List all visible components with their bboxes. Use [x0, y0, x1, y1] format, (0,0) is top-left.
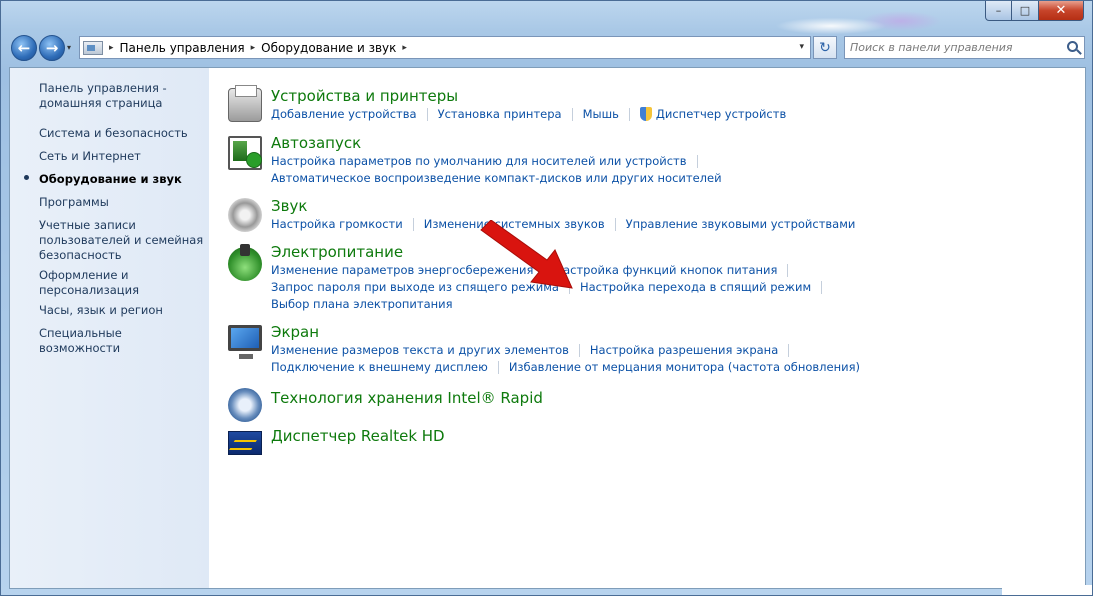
- category-title-autoplay[interactable]: Автозапуск: [271, 134, 361, 152]
- caption-buttons: – □ ✕: [985, 1, 1084, 21]
- sidebar-item-programs[interactable]: Программы: [39, 195, 204, 210]
- separator: [426, 107, 428, 121]
- sidebar-item-home[interactable]: домашняя страница: [39, 96, 204, 111]
- power-icon[interactable]: [228, 244, 262, 281]
- separator: [571, 107, 573, 121]
- link-external-display[interactable]: Подключение к внешнему дисплею: [271, 360, 488, 374]
- sidebar: Панель управления - домашняя страница Си…: [10, 68, 209, 588]
- sidebar-item-home[interactable]: Панель управления -: [39, 81, 204, 96]
- realtek-icon[interactable]: [228, 431, 262, 455]
- separator: [787, 263, 789, 277]
- link-add-printer[interactable]: Установка принтера: [438, 107, 562, 121]
- monitor-icon[interactable]: [228, 325, 262, 359]
- sidebar-item-system-security[interactable]: Система и безопасность: [39, 126, 204, 141]
- refresh-icon: ↻: [819, 39, 831, 56]
- sidebar-item-hardware-sound[interactable]: Оборудование и звук: [39, 172, 204, 187]
- category-title-display[interactable]: Экран: [271, 323, 319, 341]
- refresh-button[interactable]: ↻: [813, 36, 837, 59]
- link-volume[interactable]: Настройка громкости: [271, 217, 403, 231]
- address-dropdown-icon[interactable]: ▾: [799, 42, 804, 52]
- minimize-button[interactable]: –: [985, 1, 1012, 21]
- sidebar-item-accessibility[interactable]: Специальные возможности: [39, 326, 204, 356]
- arrow-left-icon: ←: [17, 39, 31, 57]
- intel-storage-icon[interactable]: [228, 388, 262, 422]
- sidebar-item-appearance[interactable]: персонализация: [39, 283, 204, 298]
- shield-icon: [639, 107, 652, 121]
- link-device-manager[interactable]: Диспетчер устройств: [656, 107, 786, 121]
- link-resolution[interactable]: Настройка разрешения экрана: [590, 343, 778, 357]
- main-panel: Устройства и принтеры Добавление устройс…: [210, 68, 1085, 588]
- back-button[interactable]: ←: [11, 35, 37, 61]
- active-bullet-icon: [24, 175, 29, 180]
- breadcrumb-hardware-sound[interactable]: Оборудование и звук: [261, 41, 396, 55]
- breadcrumb-arrow-icon[interactable]: ▸: [109, 43, 114, 53]
- separator: [497, 360, 499, 374]
- control-panel-icon: [83, 40, 103, 55]
- printer-icon[interactable]: [228, 85, 262, 122]
- search-box: [844, 36, 1085, 59]
- link-row: Добавление устройства Установка принтера…: [271, 107, 786, 121]
- link-row: Изменение размеров текста и других элеме…: [271, 343, 799, 357]
- separator: [578, 343, 580, 357]
- search-icon[interactable]: [1067, 41, 1078, 52]
- link-row: Автоматическое воспроизведение компакт-д…: [271, 171, 722, 185]
- separator: [628, 107, 630, 121]
- separator: [412, 217, 414, 231]
- category-title-sound[interactable]: Звук: [271, 197, 307, 215]
- red-arrow-icon: [480, 220, 573, 289]
- category-title-power[interactable]: Электропитание: [271, 243, 403, 261]
- search-input[interactable]: [845, 37, 1055, 58]
- arrow-right-icon: →: [45, 39, 59, 57]
- history-dropdown-icon[interactable]: ▾: [67, 43, 71, 52]
- sidebar-item-appearance[interactable]: Оформление и: [39, 268, 204, 283]
- separator: [696, 154, 698, 168]
- window-frame: – □ ✕ ← → ▾ ▸ Панель управления ▸ Оборуд…: [0, 0, 1093, 596]
- forward-button[interactable]: →: [39, 35, 65, 61]
- link-row: Настройка параметров по умолчанию для но…: [271, 154, 708, 168]
- sidebar-item-user-accounts[interactable]: пользователей и семейная: [39, 233, 204, 248]
- autoplay-icon[interactable]: [228, 136, 262, 170]
- breadcrumb-arrow-icon[interactable]: ▸: [251, 43, 256, 53]
- link-row: Подключение к внешнему дисплею Избавлени…: [271, 360, 860, 374]
- speaker-icon[interactable]: [228, 198, 262, 232]
- link-power-plan[interactable]: Выбор плана электропитания: [271, 297, 453, 311]
- link-refresh-rate[interactable]: Избавление от мерцания монитора (частота…: [509, 360, 860, 374]
- separator: [821, 280, 823, 294]
- link-text-size[interactable]: Изменение размеров текста и других элеме…: [271, 343, 569, 357]
- sidebar-item-network[interactable]: Сеть и Интернет: [39, 149, 204, 164]
- link-sleep-settings[interactable]: Настройка перехода в спящий режим: [580, 280, 811, 294]
- breadcrumb-arrow-icon[interactable]: ▸: [402, 43, 407, 53]
- link-audio-devices[interactable]: Управление звуковыми устройствами: [626, 217, 856, 231]
- separator: [788, 343, 790, 357]
- link-mouse[interactable]: Мышь: [583, 107, 619, 121]
- link-power-buttons[interactable]: Настройка функций кнопок питания: [554, 263, 777, 277]
- link-autoplay-cd[interactable]: Автоматическое воспроизведение компакт-д…: [271, 171, 722, 185]
- maximize-button[interactable]: □: [1012, 1, 1039, 21]
- link-add-device[interactable]: Добавление устройства: [271, 107, 417, 121]
- link-autoplay-defaults[interactable]: Настройка параметров по умолчанию для но…: [271, 154, 687, 168]
- close-button[interactable]: ✕: [1039, 1, 1084, 21]
- sidebar-item-user-accounts[interactable]: безопасность: [39, 248, 204, 263]
- breadcrumb-control-panel[interactable]: Панель управления: [120, 41, 245, 55]
- separator: [614, 217, 616, 231]
- link-row: Выбор плана электропитания: [271, 297, 453, 311]
- sidebar-item-user-accounts[interactable]: Учетные записи: [39, 218, 204, 233]
- sidebar-item-clock-language[interactable]: Часы, язык и регион: [39, 303, 204, 318]
- content-area: Панель управления - домашняя страница Си…: [9, 67, 1086, 589]
- category-title-devices[interactable]: Устройства и принтеры: [271, 87, 458, 105]
- frame-corner: [1002, 585, 1092, 595]
- category-title-realtek[interactable]: Диспетчер Realtek HD: [271, 427, 445, 445]
- category-title-intel[interactable]: Технология хранения Intel® Rapid: [271, 389, 543, 407]
- address-bar[interactable]: ▸ Панель управления ▸ Оборудование и зву…: [79, 36, 811, 59]
